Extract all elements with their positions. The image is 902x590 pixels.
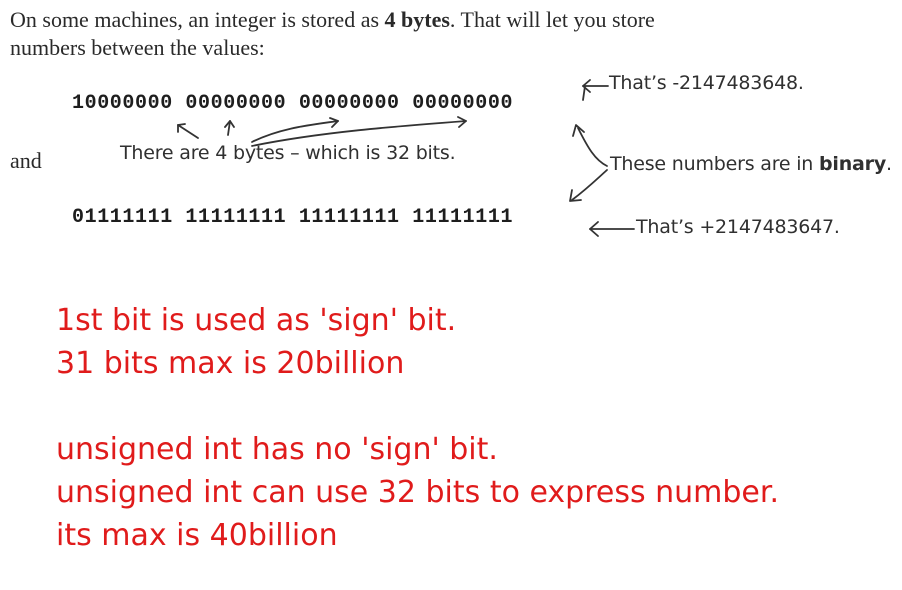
intro-line-2: numbers between the values: <box>10 35 265 60</box>
arrow-to-byte-2-icon <box>224 120 235 136</box>
and-label: and <box>10 148 42 173</box>
arrow-to-min-value-icon <box>582 79 609 101</box>
arrow-to-byte-1-icon <box>177 123 199 139</box>
intro-bold-term: 4 bytes <box>384 7 450 32</box>
binary-min-value: 10000000 00000000 00000000 00000000 <box>72 92 514 115</box>
intro-paragraph: On some machines, an integer is stored a… <box>10 6 890 62</box>
intro-text: On some machines, an integer is stored a… <box>10 7 385 32</box>
arrow-to-byte-3-icon <box>251 117 339 143</box>
arrow-binary-up-icon <box>572 124 608 167</box>
note-line: 31 bits max is 20billion <box>56 346 405 381</box>
min-value-note: That’s -2147483648. <box>609 72 804 94</box>
note-line-blank <box>56 385 779 428</box>
arrow-binary-down-icon <box>569 169 608 202</box>
sign-bit-notes: 1st bit is used as 'sign' bit. 31 bits m… <box>56 299 779 557</box>
note-line: unsigned int can use 32 bits to express … <box>56 475 779 510</box>
max-value-note: That’s +2147483647. <box>636 216 840 238</box>
note-line: 1st bit is used as 'sign' bit. <box>56 303 457 338</box>
bytes-note: There are 4 bytes – which is 32 bits. <box>120 142 456 164</box>
binary-note-end: . <box>886 153 892 175</box>
intro-text-end: . That will let you store <box>449 7 655 32</box>
intro-line-1: On some machines, an integer is stored a… <box>10 6 890 34</box>
binary-note-emphasis: binary <box>818 153 887 175</box>
arrow-to-max-value-icon <box>589 221 635 237</box>
binary-max-value: 01111111 11111111 11111111 11111111 <box>72 206 514 229</box>
binary-note: These numbers are in binary. <box>610 153 892 175</box>
note-line: unsigned int has no 'sign' bit. <box>56 432 498 467</box>
note-line: its max is 40billion <box>56 518 338 553</box>
binary-note-text: These numbers are in <box>610 153 819 175</box>
